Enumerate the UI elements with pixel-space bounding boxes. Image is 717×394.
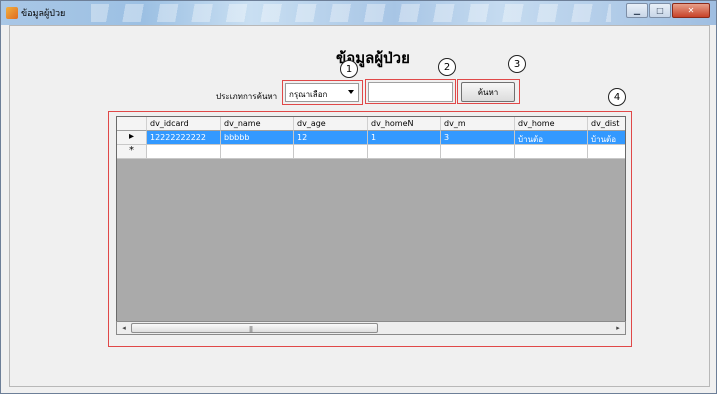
chevron-left-icon: ◂ — [122, 324, 126, 332]
annotation-box-2 — [365, 79, 456, 104]
cell-age[interactable] — [294, 145, 368, 159]
minimize-button[interactable]: ▁ — [626, 3, 648, 18]
maximize-button[interactable]: □ — [649, 3, 671, 18]
cell-m[interactable]: 3 — [441, 131, 515, 145]
annotation-marker-3: 3 — [508, 55, 526, 73]
cell-dist[interactable] — [588, 145, 625, 159]
cell-dist[interactable]: บ้านต้อ — [588, 131, 625, 145]
close-button[interactable]: ✕ — [672, 3, 710, 18]
column-header-dist[interactable]: dv_dist — [588, 117, 625, 131]
scroll-thumb[interactable]: ||| — [131, 323, 378, 333]
annotation-marker-4: 4 — [608, 88, 626, 106]
horizontal-scrollbar[interactable]: ◂ ||| ▸ — [116, 321, 626, 335]
cell-homen[interactable] — [368, 145, 441, 159]
title-bar[interactable]: ข้อมูลผู้ป่วย ▁ □ ✕ — [1, 1, 716, 25]
scroll-left-button[interactable]: ◂ — [117, 322, 131, 334]
cell-name[interactable]: bbbbb — [221, 131, 294, 145]
annotation-marker-2: 2 — [438, 58, 456, 76]
chevron-right-icon: ▸ — [616, 324, 620, 332]
close-icon: ✕ — [687, 6, 695, 15]
cell-homen[interactable]: 1 — [368, 131, 441, 145]
column-header-name[interactable]: dv_name — [221, 117, 294, 131]
cell-home[interactable]: บ้านต้อ — [515, 131, 588, 145]
cell-idcard[interactable]: 12222222222 — [147, 131, 221, 145]
minimize-icon: ▁ — [633, 6, 641, 15]
current-row-indicator[interactable]: ▸ — [117, 131, 147, 145]
table-row[interactable]: ▸ 12222222222 bbbbb 12 1 3 บ้านต้อ บ้านต… — [117, 131, 625, 145]
annotation-marker-1: 1 — [340, 60, 358, 78]
cell-idcard[interactable] — [147, 145, 221, 159]
window-title: ข้อมูลผู้ป่วย — [21, 9, 66, 19]
search-type-label: ประเภทการค้นหา — [216, 92, 278, 101]
cell-home[interactable] — [515, 145, 588, 159]
new-row-indicator[interactable]: * — [117, 145, 147, 159]
scroll-right-button[interactable]: ▸ — [611, 322, 625, 334]
column-header-m[interactable]: dv_m — [441, 117, 515, 131]
grip-icon: ||| — [249, 326, 253, 333]
cell-m[interactable] — [441, 145, 515, 159]
column-header-idcard[interactable]: dv_idcard — [147, 117, 221, 131]
maximize-icon: □ — [656, 6, 664, 15]
cell-age[interactable]: 12 — [294, 131, 368, 145]
column-header-home[interactable]: dv_home — [515, 117, 588, 131]
grid-header-row: dv_idcard dv_name dv_age dv_homeN dv_m d… — [117, 117, 625, 131]
patient-data-grid[interactable]: dv_idcard dv_name dv_age dv_homeN dv_m d… — [116, 116, 626, 335]
table-row-new[interactable]: * — [117, 145, 625, 159]
annotation-box-1 — [282, 80, 363, 105]
app-icon — [6, 7, 18, 19]
caption-buttons: ▁ □ ✕ — [625, 3, 710, 18]
column-header-age[interactable]: dv_age — [294, 117, 368, 131]
grid-corner-header[interactable] — [117, 117, 147, 131]
cell-name[interactable] — [221, 145, 294, 159]
column-header-homen[interactable]: dv_homeN — [368, 117, 441, 131]
annotation-box-3 — [457, 79, 520, 104]
